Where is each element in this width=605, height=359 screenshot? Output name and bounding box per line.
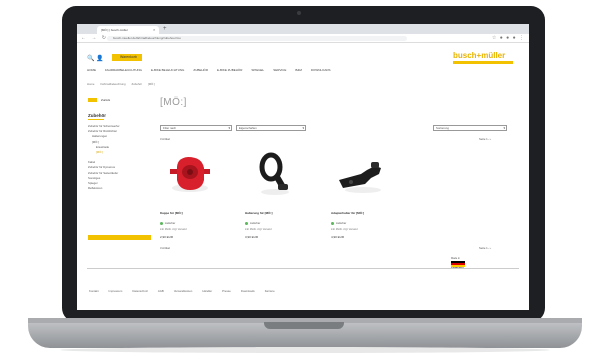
footer-link[interactable]: Impressum: [109, 289, 123, 293]
product-image-cap[interactable]: [160, 148, 220, 203]
product-name[interactable]: Kappe für [MÖ:]: [160, 211, 240, 216]
product-price: 4,90 EUR: [331, 235, 345, 240]
chevron-down-icon: ▾: [503, 126, 505, 130]
sidebar-action-button[interactable]: [88, 235, 151, 240]
nav-item[interactable]: FAHRRADBELEUCHTUNG: [105, 68, 142, 72]
sidebar-category-list: Zubehör für Scheinwerfer Zubehör für Rück…: [88, 124, 158, 191]
close-tab-icon[interactable]: ×: [153, 27, 155, 32]
pagination[interactable]: Seite 1 ‹ ›: [479, 137, 491, 141]
browser-tab[interactable]: [MÖ:] | busch-müller: [97, 26, 159, 34]
browser-tab-bar: [MÖ:] | busch-müller × +: [77, 24, 529, 40]
chevron-down-icon: ▾: [302, 126, 304, 130]
footer-link[interactable]: Versandkosten: [174, 289, 193, 293]
page-title: [MÖ:]: [160, 97, 187, 108]
filter-select[interactable]: Filter nach ▾: [160, 125, 232, 131]
nav-item[interactable]: ZUBEHÖR: [193, 68, 208, 72]
product-image-mount[interactable]: [245, 148, 305, 203]
pagination-bottom[interactable]: Seite 1 ‹ ›: [479, 246, 491, 250]
footer-link[interactable]: AGB: [158, 289, 164, 293]
footer-link[interactable]: Downloads: [241, 289, 255, 293]
result-count-bottom: 3 Artikel: [160, 246, 170, 250]
product-image-adapter[interactable]: [331, 148, 391, 203]
sort-select[interactable]: Sortierung ▾: [433, 125, 507, 131]
tax-note: inkl. MwSt. zzgl. Versand: [331, 228, 358, 232]
badge-label: Made in: [451, 257, 460, 260]
in-stock-icon: [160, 222, 163, 225]
nav-item[interactable]: DOWNLOADS: [311, 68, 331, 72]
product-card[interactable]: Adapterhalter für [MÖ:] Lieferbar inkl. …: [331, 148, 411, 239]
tax-note: inkl. MwSt. zzgl. Versand: [160, 228, 187, 232]
stock-status: Lieferbar: [160, 222, 240, 225]
brand-logo[interactable]: busch+müller: [453, 51, 519, 65]
sidebar-heading-underline: [88, 119, 104, 120]
main-navigation: HOME FAHRRADBELEUCHTUNG E-BIKE BELEUCHTUNG…: [87, 68, 517, 74]
result-count: 3 Artikel: [160, 137, 170, 141]
product-name[interactable]: Halterung für [MÖ:]: [245, 211, 325, 216]
address-bar: ← → ↻ busch-mueller.de/fahrradbeleuchtun…: [77, 34, 529, 43]
product-price: 3,90 EUR: [245, 235, 259, 240]
stock-text: Lieferbar: [165, 222, 176, 226]
breadcrumb: Home Fahrradbeleuchtung Zubehör [MÖ:]: [87, 82, 161, 86]
nav-item[interactable]: B&M: [295, 68, 302, 72]
tax-note: inkl. MwSt. zzgl. Versand: [245, 228, 272, 232]
search-account-icons[interactable]: 🔍 👤: [87, 55, 104, 62]
sort-select-value: Sortierung: [436, 126, 449, 130]
stock-status: Lieferbar: [331, 222, 411, 225]
filter-select-value: Filter nach: [163, 126, 177, 130]
laptop-shadow: [60, 347, 550, 353]
footer-link[interactable]: Kontakt: [89, 289, 99, 293]
breadcrumb-item[interactable]: Zubehör: [132, 82, 142, 86]
in-stock-icon: [331, 222, 334, 225]
window-controls[interactable]: [81, 27, 95, 40]
logo-text: busch+müller: [453, 51, 506, 60]
nav-item[interactable]: SPIEGEL: [251, 68, 264, 72]
product-name[interactable]: Adapterhalter für [MÖ:]: [331, 211, 411, 216]
stock-status: Lieferbar: [245, 222, 325, 225]
nav-item[interactable]: HOME: [87, 68, 96, 72]
extension-icons[interactable]: ☆ ● ● ● ⋮: [492, 35, 525, 41]
nav-item[interactable]: E-BIKE ZUBEHÖR: [217, 68, 242, 72]
in-stock-icon: [245, 222, 248, 225]
stock-text: Lieferbar: [250, 222, 261, 226]
cart-button[interactable]: Warenkorb: [112, 54, 142, 61]
footer-link[interactable]: Presse: [222, 289, 231, 293]
breadcrumb-item[interactable]: Home: [87, 82, 94, 86]
nav-item[interactable]: E-BIKE BELEUCHTUNG: [151, 68, 184, 72]
nav-item[interactable]: SERVICE: [273, 68, 286, 72]
product-price: 2,90 EUR: [160, 235, 174, 240]
stock-text: Lieferbar: [336, 222, 347, 226]
footer-link[interactable]: Datenschutz: [132, 289, 148, 293]
back-label: Zurück: [101, 98, 111, 102]
webcam: [297, 11, 301, 15]
back-link[interactable]: Zurück: [88, 97, 132, 103]
back-arrow-icon: [88, 98, 97, 103]
footer-link[interactable]: Händler: [202, 289, 212, 293]
sidebar-item[interactable]: Reflektoren: [88, 186, 158, 191]
property-select-value: Eigenschaften: [239, 126, 257, 130]
product-card[interactable]: Halterung für [MÖ:] Lieferbar inkl. MwSt…: [245, 148, 325, 239]
property-select[interactable]: Eigenschaften ▾: [236, 125, 306, 131]
logo-underline: [453, 61, 513, 64]
new-tab-icon[interactable]: +: [163, 26, 167, 32]
footer-links: Kontakt Impressum Datenschutz AGB Versandkos…: [89, 289, 519, 293]
navigation-icons[interactable]: ← → ↻: [81, 35, 108, 41]
footer-link[interactable]: Karriere: [265, 289, 275, 293]
url-field[interactable]: busch-mueller.de/fahrradbeleuchtung/zube…: [107, 36, 407, 41]
sidebar-item[interactable]: [MÖ:]: [88, 150, 158, 155]
laptop-opening-notch: [264, 322, 344, 329]
sidebar-heading: Zubehör: [88, 113, 106, 118]
footer-divider: [87, 268, 519, 269]
chevron-down-icon: ▾: [228, 126, 230, 130]
laptop-screen: [MÖ:] | busch-müller × + ← → ↻ busch-mue…: [77, 24, 529, 310]
product-card[interactable]: Kappe für [MÖ:] Lieferbar inkl. MwSt. zz…: [160, 148, 240, 239]
breadcrumb-item[interactable]: [MÖ:]: [148, 82, 155, 86]
made-in-germany-badge: Made in GERMANY: [451, 257, 479, 273]
breadcrumb-item[interactable]: Fahrradbeleuchtung: [100, 82, 125, 86]
